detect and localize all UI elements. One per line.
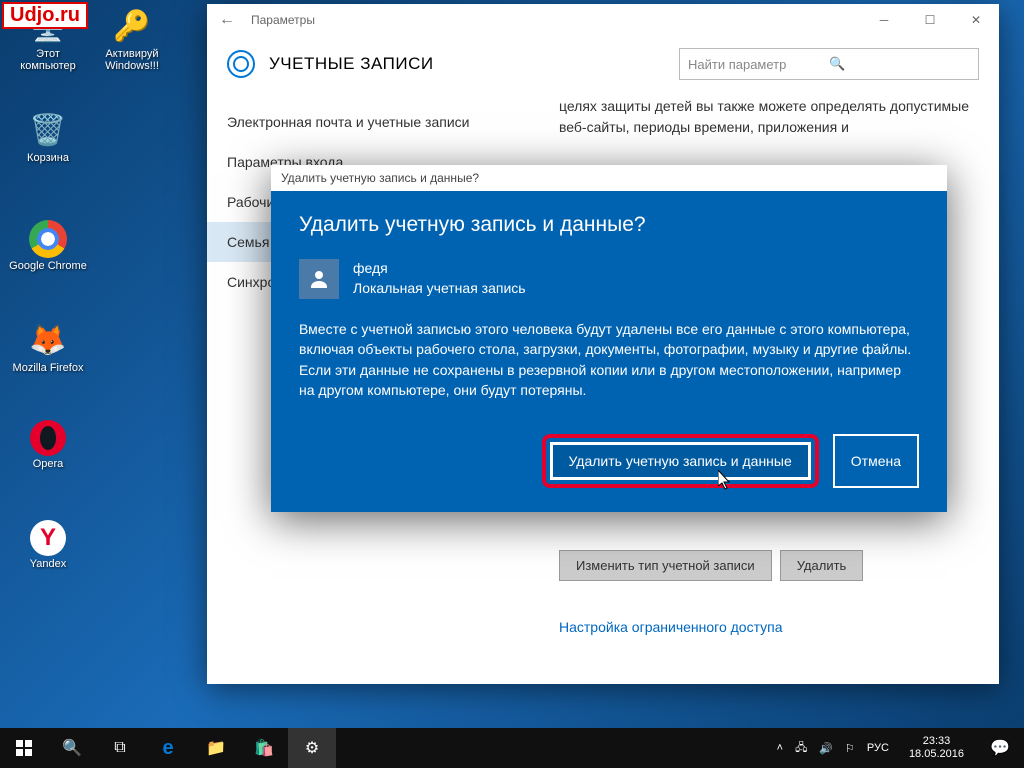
system-tray: ˄ 🖧 🔊 ⚐ РУС 23:33 18.05.2016 (777, 735, 976, 761)
taskbar: 🔍 ⧉ e 📁 🛍️ ⚙ ˄ 🖧 🔊 ⚐ РУС 23:33 18.05.201… (0, 728, 1024, 768)
volume-icon[interactable]: 🔊 (819, 742, 833, 755)
search-icon: 🔍 (829, 56, 970, 72)
search-taskbar-button[interactable]: 🔍 (48, 728, 96, 768)
delete-account-dialog: Удалить учетную запись и данные? Удалить… (271, 165, 947, 512)
window-title: Параметры (251, 13, 861, 27)
desktop-icon-activate[interactable]: 🔑 Активируй Windows!!! (92, 6, 172, 72)
dialog-body-text: Вместе с учетной записью этого человека … (299, 319, 919, 400)
restricted-access-link[interactable]: Настройка ограниченного доступа (559, 619, 783, 635)
avatar-icon (299, 259, 339, 299)
dialog-titlebar: Удалить учетную запись и данные? (271, 165, 947, 191)
account-info-row: федя Локальная учетная запись (299, 259, 919, 299)
key-icon: 🔑 (112, 6, 152, 46)
gear-icon (227, 50, 255, 78)
account-name: федя (353, 259, 526, 279)
minimize-button[interactable]: ─ (861, 4, 907, 36)
confirm-delete-button[interactable]: Удалить учетную запись и данные (550, 442, 811, 480)
tray-flag-icon[interactable]: ⚐ (845, 742, 855, 755)
sidebar-item-email[interactable]: Электронная почта и учетные записи (207, 102, 537, 142)
close-button[interactable]: ✕ (953, 4, 999, 36)
action-center-button[interactable]: 💬 (976, 728, 1024, 768)
desktop-icon-chrome[interactable]: Google Chrome (8, 220, 88, 272)
desktop-icon-recycle-bin[interactable]: 🗑️ Корзина (8, 110, 88, 164)
settings-header: УЧЕТНЫЕ ЗАПИСИ Найти параметр 🔍 (207, 36, 999, 96)
desktop-icon-firefox[interactable]: 🦊 Mozilla Firefox (8, 320, 88, 374)
cancel-button[interactable]: Отмена (833, 434, 919, 488)
explorer-taskbar-button[interactable]: 📁 (192, 728, 240, 768)
settings-taskbar-button[interactable]: ⚙ (288, 728, 336, 768)
opera-icon (30, 420, 66, 456)
tray-chevron-icon[interactable]: ˄ (777, 742, 783, 754)
yandex-icon: Y (30, 520, 66, 556)
desktop-icon-opera[interactable]: Opera (8, 420, 88, 470)
edge-taskbar-button[interactable]: e (144, 728, 192, 768)
task-view-button[interactable]: ⧉ (96, 728, 144, 768)
titlebar: ← Параметры ─ ☐ ✕ (207, 4, 999, 36)
dialog-heading: Удалить учетную запись и данные? (299, 213, 919, 237)
clock[interactable]: 23:33 18.05.2016 (901, 735, 972, 761)
store-taskbar-button[interactable]: 🛍️ (240, 728, 288, 768)
maximize-button[interactable]: ☐ (907, 4, 953, 36)
network-icon[interactable]: 🖧 (795, 739, 807, 758)
description-text: целях защиты детей вы также можете опред… (559, 96, 977, 138)
change-account-type-button[interactable]: Изменить тип учетной записи (559, 550, 772, 581)
page-title: УЧЕТНЫЕ ЗАПИСИ (269, 54, 679, 74)
firefox-icon: 🦊 (28, 320, 68, 360)
back-button[interactable]: ← (215, 8, 239, 32)
account-type: Локальная учетная запись (353, 279, 526, 299)
start-button[interactable] (0, 728, 48, 768)
desktop-icon-yandex[interactable]: Y Yandex (8, 520, 88, 570)
chrome-icon (29, 220, 67, 258)
search-input[interactable]: Найти параметр 🔍 (679, 48, 979, 80)
watermark: Udjo.ru (2, 2, 88, 29)
trash-icon: 🗑️ (28, 110, 68, 150)
language-indicator[interactable]: РУС (867, 742, 889, 754)
delete-account-button[interactable]: Удалить (780, 550, 864, 581)
highlight-annotation: Удалить учетную запись и данные (542, 434, 819, 488)
